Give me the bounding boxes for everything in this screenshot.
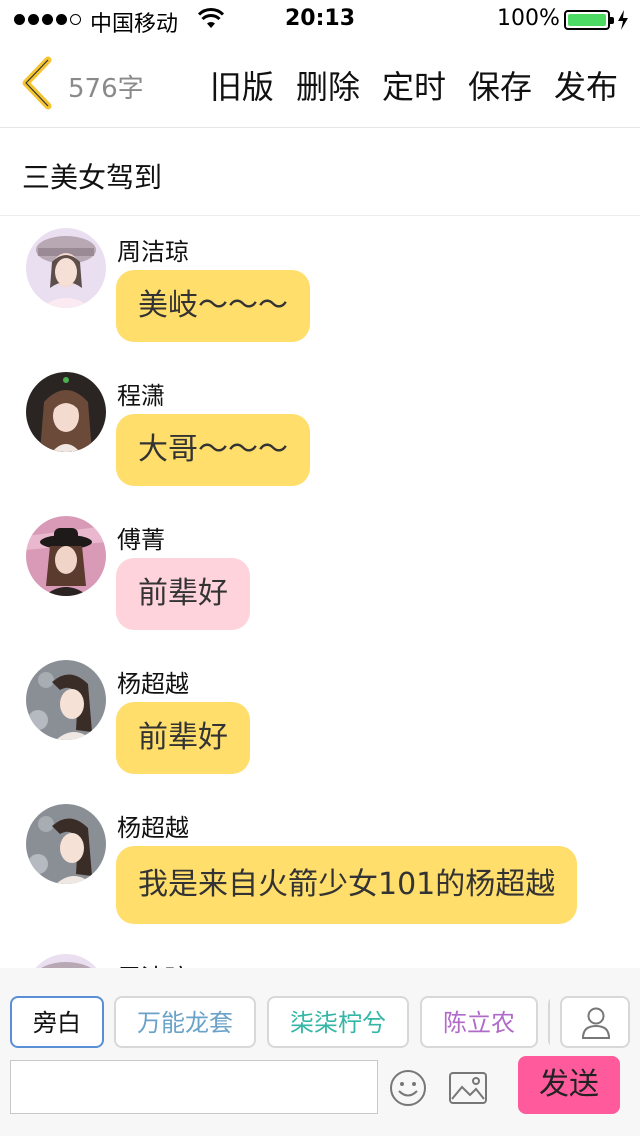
sender-name: 傅菁	[117, 526, 165, 554]
character-chip[interactable]: 万能龙套	[114, 996, 256, 1048]
character-chip-bar[interactable]: 旁白 万能龙套 柒柒柠兮 陈立农	[10, 996, 550, 1048]
sender-name: 周洁琼	[117, 958, 189, 968]
avatar[interactable]	[26, 954, 106, 968]
status-bar: 中国移动 20:13 100%	[0, 0, 640, 40]
image-icon[interactable]	[448, 1071, 488, 1105]
avatar[interactable]	[26, 660, 106, 740]
sender-name: 杨超越	[117, 670, 189, 698]
avatar[interactable]	[26, 372, 106, 452]
avatar[interactable]	[26, 804, 106, 884]
battery-percent: 100%	[497, 6, 560, 31]
character-chip[interactable]: 柒柒柠兮	[267, 996, 409, 1048]
back-arrow-icon[interactable]	[14, 56, 58, 110]
message-bubble[interactable]: 美岐～～～	[116, 270, 310, 342]
sender-name: 杨超越	[117, 814, 189, 842]
delete-button[interactable]: 删除	[296, 62, 360, 108]
person-icon	[581, 1007, 611, 1039]
battery-icon	[564, 10, 614, 30]
message-input[interactable]	[10, 1060, 378, 1114]
publish-button[interactable]: 发布	[554, 62, 618, 108]
add-character-button[interactable]	[560, 996, 630, 1048]
avatar[interactable]	[26, 228, 106, 308]
nav-actions: 旧版 删除 定时 保存 发布	[210, 62, 618, 108]
old-version-button[interactable]: 旧版	[210, 62, 274, 108]
chip-label: 旁白	[33, 1009, 81, 1037]
schedule-button[interactable]: 定时	[382, 62, 446, 108]
charging-bolt-icon	[618, 10, 628, 30]
word-count: 576字	[68, 74, 144, 104]
character-chip[interactable]: 陈立农	[420, 996, 538, 1048]
character-chip-narrator[interactable]: 旁白	[10, 996, 104, 1048]
message-bubble[interactable]: 我是来自火箭少女101的杨超越	[116, 846, 578, 924]
message-bubble[interactable]: 前辈好	[116, 558, 250, 630]
message-bubble[interactable]: 大哥～～～	[116, 414, 310, 486]
story-title-row[interactable]: 三美女驾到	[0, 128, 640, 216]
sender-name: 周洁琼	[117, 238, 189, 266]
signal-strength-icon	[14, 14, 81, 25]
wifi-icon	[198, 8, 224, 28]
chip-label: 陈立农	[443, 1009, 515, 1037]
chat-list[interactable]: 周洁琼 美岐～～～ 程潇 大哥～～～ 傅菁 前辈好 杨超越 前辈好 杨超越 我是…	[0, 216, 640, 968]
character-chip[interactable]	[548, 996, 550, 1048]
save-button[interactable]: 保存	[468, 62, 532, 108]
send-button[interactable]: 发送	[518, 1056, 620, 1114]
compose-panel: 旁白 万能龙套 柒柒柠兮 陈立农 发送	[0, 968, 640, 1136]
sender-name: 程潇	[117, 382, 165, 410]
carrier-name: 中国移动	[90, 12, 179, 37]
message-bubble[interactable]: 前辈好	[116, 702, 250, 774]
avatar[interactable]	[26, 516, 106, 596]
emoji-icon[interactable]	[388, 1068, 428, 1108]
story-title: 三美女驾到	[22, 161, 163, 194]
nav-bar: 576字 旧版 删除 定时 保存 发布	[0, 40, 640, 128]
chip-label: 万能龙套	[137, 1009, 233, 1037]
chip-label: 柒柒柠兮	[290, 1009, 386, 1037]
